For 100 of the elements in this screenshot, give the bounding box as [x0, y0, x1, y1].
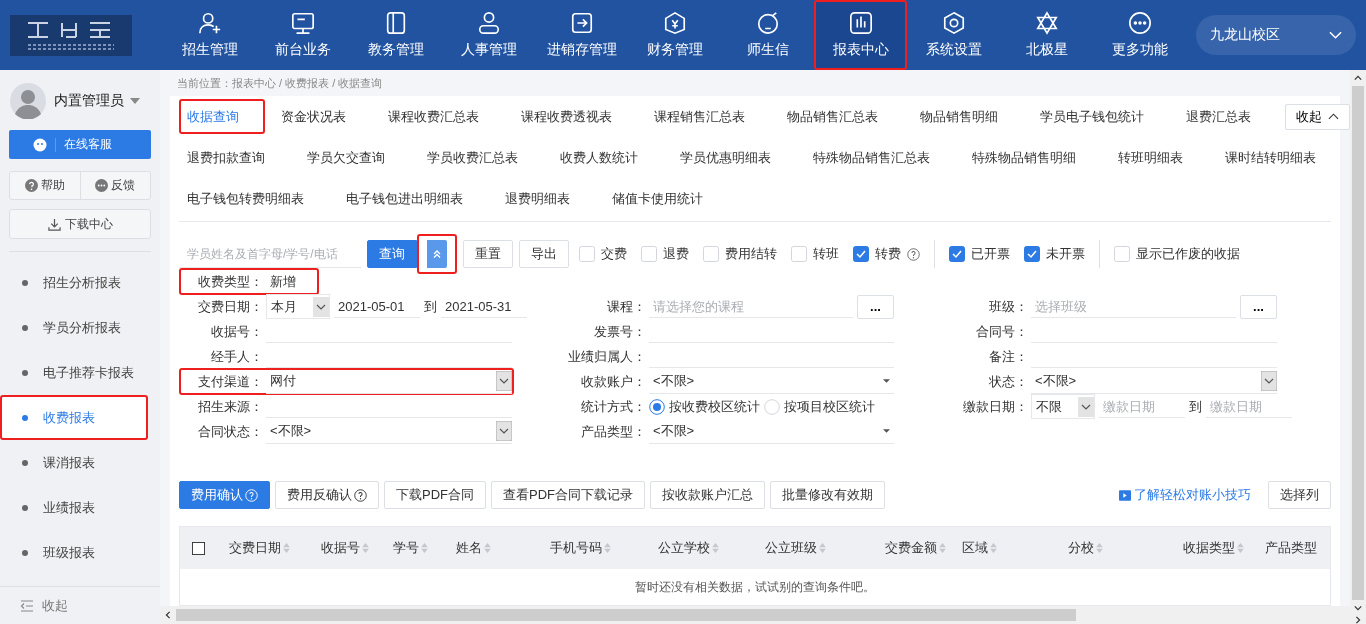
user-name[interactable]: 内置管理员 — [54, 92, 124, 110]
nav-item[interactable]: 报表中心 — [814, 0, 907, 70]
report-tab[interactable]: 电子钱包转费明细表 — [179, 181, 330, 216]
help-button[interactable]: 帮助 — [10, 172, 80, 199]
collapse-button[interactable]: 收起 — [1285, 103, 1350, 130]
radio-icon[interactable] — [764, 398, 780, 415]
checkbox-option[interactable]: 费用结转 — [703, 245, 777, 263]
checkbox-option[interactable]: 未开票 — [1024, 245, 1085, 263]
nav-item[interactable]: 北极星 — [1000, 0, 1093, 70]
report-tab[interactable]: 课程收费透视表 — [513, 99, 638, 134]
tips-link[interactable]: 了解轻松对账小技巧 — [1119, 486, 1251, 504]
dropdown-field[interactable]: <不限> — [649, 419, 894, 444]
column-header[interactable]: 姓名 — [446, 539, 540, 557]
radio-selected-icon[interactable] — [649, 398, 665, 415]
report-tab[interactable]: 学员电子钱包统计 — [1032, 99, 1170, 134]
online-service-button[interactable]: 在线客服 — [9, 130, 151, 159]
sidebar-item[interactable]: 学员分析报表 — [0, 305, 148, 350]
column-header[interactable]: 手机号码 — [540, 539, 648, 557]
column-header[interactable]: 区域 — [952, 539, 1058, 557]
report-tab[interactable]: 学员收费汇总表 — [419, 140, 544, 175]
checkbox-checked-icon[interactable] — [1024, 246, 1040, 262]
checkbox-option[interactable]: 交费 — [579, 245, 627, 263]
checkbox-option[interactable]: 转费 — [853, 245, 920, 263]
column-header[interactable]: 公立班级 — [755, 539, 875, 557]
download-center-button[interactable]: 下载中心 — [9, 209, 151, 239]
checkbox-option[interactable]: 已开票 — [949, 245, 1010, 263]
select-columns-button[interactable]: 选择列 — [1268, 481, 1331, 509]
report-tab[interactable]: 退费扣款查询 — [179, 140, 291, 175]
report-tab[interactable]: 课程销售汇总表 — [646, 99, 771, 134]
vertical-scrollbar[interactable] — [1350, 70, 1366, 624]
action-button[interactable]: 费用反确认 — [275, 481, 379, 509]
date-field[interactable]: 缴款日期 — [1099, 395, 1185, 418]
expand-toggle-button[interactable] — [427, 240, 447, 268]
reset-button[interactable]: 重置 — [463, 240, 513, 268]
scroll-right-icon[interactable] — [1354, 616, 1362, 624]
caret-down-icon[interactable] — [130, 98, 140, 104]
horizontal-scrollbar[interactable] — [160, 606, 1350, 624]
nav-item[interactable]: 进销存管理 — [535, 0, 628, 70]
report-tab[interactable]: 收费人数统计 — [552, 140, 664, 175]
nav-item[interactable]: 招生管理 — [163, 0, 256, 70]
scroll-down-icon[interactable] — [1354, 604, 1362, 612]
checkbox-checked-icon[interactable] — [949, 246, 965, 262]
checkbox-option[interactable]: 转班 — [791, 245, 839, 263]
campus-selector[interactable]: 九龙山校区 — [1196, 15, 1356, 55]
lookup-field[interactable]: 请选择您的课程 — [649, 295, 853, 318]
column-header[interactable]: 收据类型 — [1173, 539, 1255, 557]
report-tab[interactable]: 退费汇总表 — [1178, 99, 1277, 134]
column-header[interactable]: 交费金额 — [875, 539, 952, 557]
nav-item[interactable]: 财务管理 — [628, 0, 721, 70]
report-tab[interactable]: 收据查询 — [179, 99, 265, 134]
checkbox-option[interactable]: 退费 — [641, 245, 689, 263]
report-tab[interactable]: 特殊物品销售明细 — [964, 140, 1102, 175]
query-button[interactable]: 查询 — [367, 240, 417, 268]
sidebar-item[interactable]: 招生分析报表 — [0, 260, 148, 305]
nav-item[interactable]: 师生信 — [721, 0, 814, 70]
report-tab[interactable]: 储值卡使用统计 — [604, 181, 729, 216]
nav-item[interactable]: 人事管理 — [442, 0, 535, 70]
radio-option[interactable]: 按收费校区统计 — [649, 397, 760, 416]
sidebar-item[interactable]: 电子推荐卡报表 — [0, 350, 148, 395]
report-tab[interactable]: 学员优惠明细表 — [672, 140, 797, 175]
scroll-left-icon[interactable] — [164, 611, 172, 619]
checkbox-checked-icon[interactable] — [853, 246, 869, 262]
select-field[interactable]: <不限> — [1031, 369, 1277, 394]
select-field[interactable]: <不限> — [266, 419, 512, 444]
browse-button[interactable]: ... — [1240, 294, 1277, 319]
report-tab[interactable]: 转班明细表 — [1110, 140, 1209, 175]
report-tab[interactable]: 退费明细表 — [497, 181, 596, 216]
report-tab[interactable]: 课时结转明细表 — [1217, 140, 1342, 175]
help-icon[interactable] — [907, 247, 920, 261]
report-tab[interactable]: 学员欠交查询 — [299, 140, 411, 175]
export-button[interactable]: 导出 — [519, 240, 569, 268]
report-tab[interactable]: 电子钱包进出明细表 — [338, 181, 489, 216]
nav-item[interactable]: 更多功能 — [1093, 0, 1186, 70]
report-tab[interactable]: 资金状况表 — [273, 99, 372, 134]
period-select[interactable]: 本月 — [266, 294, 330, 319]
dropdown-field[interactable]: <不限> — [649, 369, 894, 394]
column-header[interactable]: 分校 — [1058, 539, 1173, 557]
report-tab[interactable]: 物品销售汇总表 — [779, 99, 904, 134]
action-button[interactable]: 查看PDF合同下载记录 — [491, 481, 645, 509]
checkbox-option[interactable]: 显示已作废的收据 — [1114, 245, 1240, 263]
report-tab[interactable]: 物品销售明细 — [912, 99, 1024, 134]
checkbox-icon[interactable] — [192, 541, 205, 555]
date-field[interactable]: 2021-05-01 — [334, 295, 420, 318]
period-select[interactable]: 不限 — [1031, 394, 1095, 419]
nav-item[interactable]: 教务管理 — [349, 0, 442, 70]
action-button[interactable]: 下载PDF合同 — [384, 481, 486, 509]
column-header[interactable]: 产品类型 — [1255, 539, 1330, 557]
date-field[interactable]: 2021-05-31 — [441, 295, 527, 318]
scroll-up-icon[interactable] — [1354, 74, 1362, 82]
date-field[interactable]: 缴款日期 — [1206, 395, 1292, 418]
sidebar-item[interactable]: 业绩报表 — [0, 485, 148, 530]
column-header[interactable]: 收据号 — [311, 539, 383, 557]
browse-button[interactable]: ... — [857, 294, 894, 319]
report-tab[interactable]: 特殊物品销售汇总表 — [805, 140, 956, 175]
sidebar-item[interactable]: 课消报表 — [0, 440, 148, 485]
radio-option[interactable]: 按项目校区统计 — [764, 397, 875, 416]
column-header[interactable]: 公立学校 — [648, 539, 755, 557]
feedback-button[interactable]: 反馈 — [79, 172, 150, 199]
nav-item[interactable]: 前台业务 — [256, 0, 349, 70]
action-button[interactable]: 费用确认 — [179, 481, 270, 509]
